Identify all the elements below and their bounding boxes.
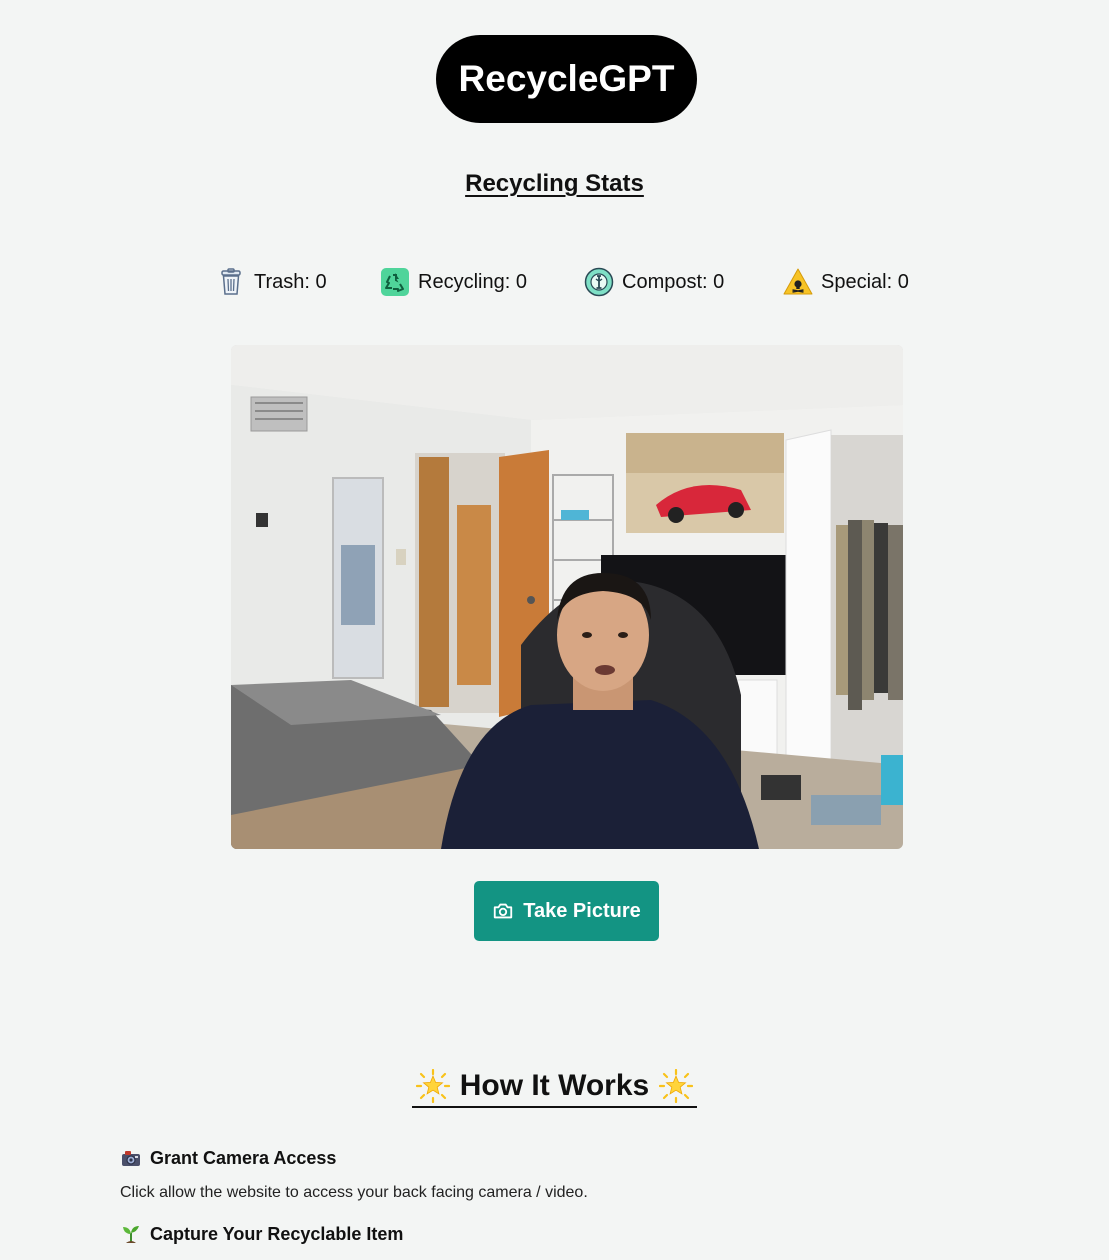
hazard-icon: [783, 268, 813, 295]
stat-compost-label: Compost: 0: [622, 270, 725, 293]
take-picture-button[interactable]: Take Picture: [474, 881, 659, 941]
stats-title: Recycling Stats: [465, 170, 644, 197]
stat-recycling: Recycling: 0: [380, 265, 527, 299]
step-grant-camera-description: Click allow the website to access your b…: [120, 1184, 588, 1201]
glowing-star-icon: [415, 1069, 450, 1103]
step-grant-camera-title: Grant Camera Access: [150, 1147, 337, 1168]
page: RecycleGPT Recycling Stats Trash: 0 Recy…: [0, 0, 1109, 1260]
stat-trash: Trash: 0: [216, 265, 327, 299]
webcam-video-preview: [231, 345, 903, 849]
seedling-icon: [123, 1226, 139, 1243]
stat-special-label: Special: 0: [821, 270, 909, 293]
stat-special: Special: 0: [783, 265, 909, 299]
step-grant-camera: Grant Camera Access: [120, 1147, 336, 1169]
camera-feed: [231, 345, 903, 849]
step-capture-item: Capture Your Recyclable Item: [120, 1223, 403, 1245]
compost-icon: [584, 267, 614, 297]
stat-compost: Compost: 0: [584, 265, 724, 299]
trash-can-icon: [221, 268, 241, 295]
glowing-star-icon: [659, 1069, 694, 1103]
stats-row: Trash: 0 Recycling: 0 Compost: 0 Special…: [0, 265, 1109, 299]
video-camera-icon: [122, 1151, 140, 1166]
brand-logo[interactable]: RecycleGPT: [436, 35, 697, 123]
recycle-icon: [381, 268, 409, 296]
how-it-works-title: How It Works: [459, 1069, 650, 1102]
take-picture-label: Take Picture: [523, 899, 641, 922]
step-capture-item-title: Capture Your Recyclable Item: [150, 1223, 404, 1244]
how-it-works-heading: How It Works: [0, 1068, 1109, 1108]
stat-recycling-label: Recycling: 0: [418, 270, 527, 293]
camera-icon: [494, 903, 513, 919]
stat-trash-label: Trash: 0: [254, 270, 327, 293]
